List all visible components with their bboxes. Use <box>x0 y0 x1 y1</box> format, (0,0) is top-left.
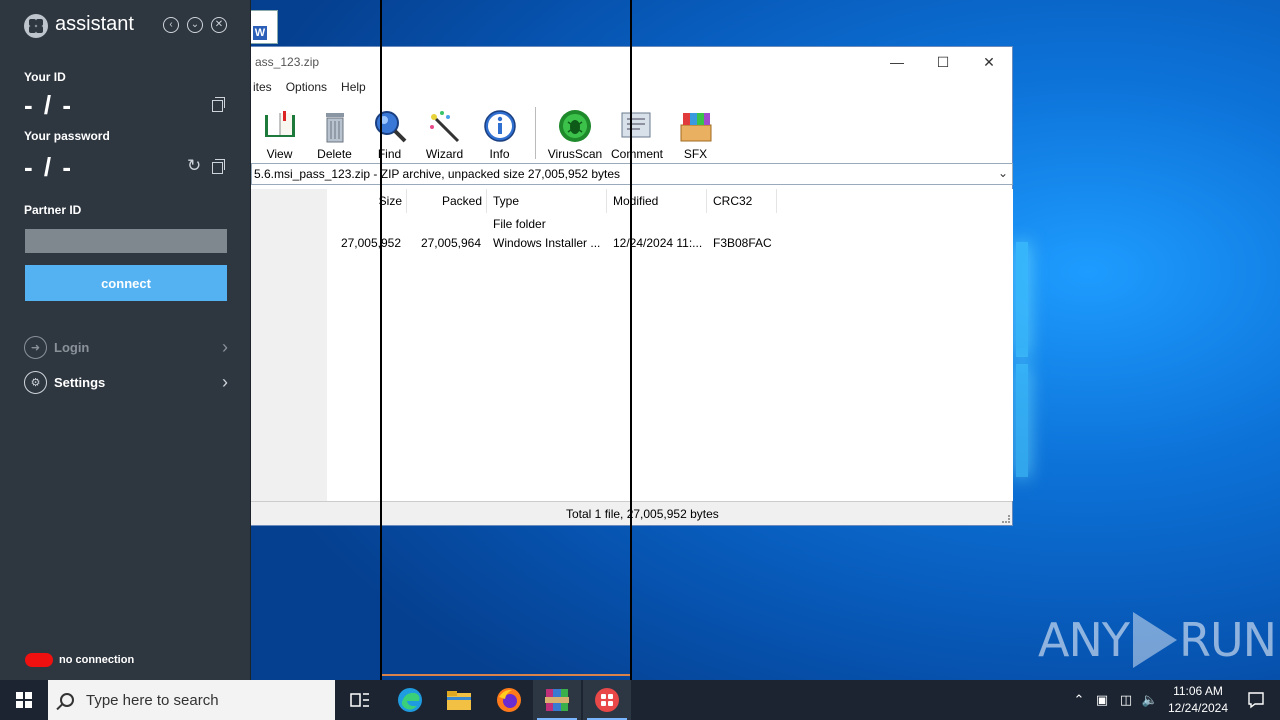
connect-button[interactable]: connect <box>25 265 227 301</box>
close-button[interactable]: ✕ <box>966 47 1012 77</box>
your-id-value: - / - <box>24 90 73 120</box>
clock-date: 12/24/2024 <box>1167 701 1229 715</box>
partner-id-label: Partner ID <box>24 203 82 217</box>
status-indicator <box>25 653 53 667</box>
firefox-taskbar-button[interactable] <box>485 680 533 720</box>
windows-icon <box>16 692 32 708</box>
your-password-value: - / - <box>24 152 73 182</box>
login-row[interactable]: ➜ Login › <box>24 335 228 359</box>
chevron-up-icon[interactable]: ⌃ <box>1068 692 1090 708</box>
menu-options[interactable]: Options <box>286 80 327 94</box>
close-icon[interactable]: ✕ <box>211 17 227 33</box>
status-text: no connection <box>59 654 135 666</box>
login-icon: ➜ <box>24 335 47 359</box>
menu-help[interactable]: Help <box>341 80 366 94</box>
copy-id-icon[interactable] <box>212 97 225 112</box>
search-icon <box>60 693 74 707</box>
delete-button[interactable]: Delete <box>307 105 362 161</box>
gear-icon: ⚙ <box>24 370 47 394</box>
sfx-button[interactable]: SFX <box>668 105 723 161</box>
windows-logo-pane-bottom <box>1016 364 1028 477</box>
refresh-password-icon[interactable]: ↻ <box>187 156 201 176</box>
winrar-icon <box>545 689 569 711</box>
archive-path-bar[interactable]: 5.6.msi_pass_123.zip - ZIP archive, unpa… <box>251 163 1013 185</box>
maximize-button[interactable]: ☐ <box>920 47 966 77</box>
minimize-button[interactable]: — <box>874 47 920 77</box>
column-header-crc32[interactable]: CRC32 <box>707 189 777 213</box>
winrar-title: ass_123.zip <box>255 55 320 69</box>
notification-center-button[interactable] <box>1232 680 1280 720</box>
sfx-archive-icon <box>679 109 713 143</box>
assistant-title: assistant <box>55 13 134 35</box>
clock-time: 11:06 AM <box>1173 684 1223 698</box>
view-button[interactable]: View <box>252 105 307 161</box>
highlight-box <box>380 0 632 676</box>
edge-taskbar-button[interactable] <box>386 680 434 720</box>
taskbar-search-box[interactable]: Type here to search <box>48 680 335 720</box>
file-explorer-taskbar-button[interactable] <box>435 680 483 720</box>
network-icon[interactable]: ◫ <box>1114 692 1138 708</box>
your-password-label: Your password <box>24 129 110 143</box>
word-document-icon[interactable]: W <box>250 10 278 44</box>
winrar-taskbar-button[interactable] <box>533 680 581 720</box>
windows-logo-pane-top <box>1016 242 1028 357</box>
partner-id-input[interactable] <box>25 229 227 253</box>
guide-line-right <box>630 0 632 680</box>
your-id-label: Your ID <box>24 70 66 84</box>
back-icon[interactable]: ‹ <box>163 17 179 33</box>
assistant-logo-icon <box>24 14 48 38</box>
chevron-right-icon: › <box>222 371 228 392</box>
system-tray: ⌃ ▣ ◫ 🔈 <box>1068 680 1162 720</box>
meet-now-icon[interactable]: ▣ <box>1090 692 1114 708</box>
task-view-button[interactable] <box>336 680 384 720</box>
chevron-right-icon: › <box>222 336 228 357</box>
connection-status: no connection <box>25 653 134 667</box>
firefox-icon <box>497 688 521 712</box>
guide-line-left <box>380 0 382 680</box>
folder-tree-pane[interactable] <box>251 189 327 501</box>
taskbar-clock[interactable]: 11:06 AM 12/24/2024 <box>1158 683 1238 717</box>
assistant-taskbar-button[interactable] <box>583 680 631 720</box>
search-placeholder: Type here to search <box>86 691 219 709</box>
anyrun-watermark: ANY RUN <box>1038 612 1277 668</box>
menu-favorites[interactable]: ites <box>253 80 272 94</box>
copy-password-icon[interactable] <box>212 159 225 174</box>
notification-icon <box>1248 692 1264 709</box>
chevron-down-icon[interactable]: ⌄ <box>998 166 1008 180</box>
trash-icon <box>318 109 352 143</box>
task-view-icon <box>350 693 369 707</box>
resize-grip[interactable] <box>1002 515 1010 523</box>
assistant-panel: assistant ‹ ⌄ ✕ Your ID - / - Your passw… <box>0 0 251 680</box>
minimize-down-icon[interactable]: ⌄ <box>187 17 203 33</box>
folder-icon <box>447 691 471 710</box>
assistant-app-icon <box>595 688 619 712</box>
book-icon <box>263 109 297 143</box>
start-button[interactable] <box>0 680 48 720</box>
edge-icon <box>398 688 422 712</box>
settings-row[interactable]: ⚙ Settings › <box>24 370 228 394</box>
settings-label: Settings <box>54 374 106 390</box>
login-label: Login <box>54 339 90 355</box>
